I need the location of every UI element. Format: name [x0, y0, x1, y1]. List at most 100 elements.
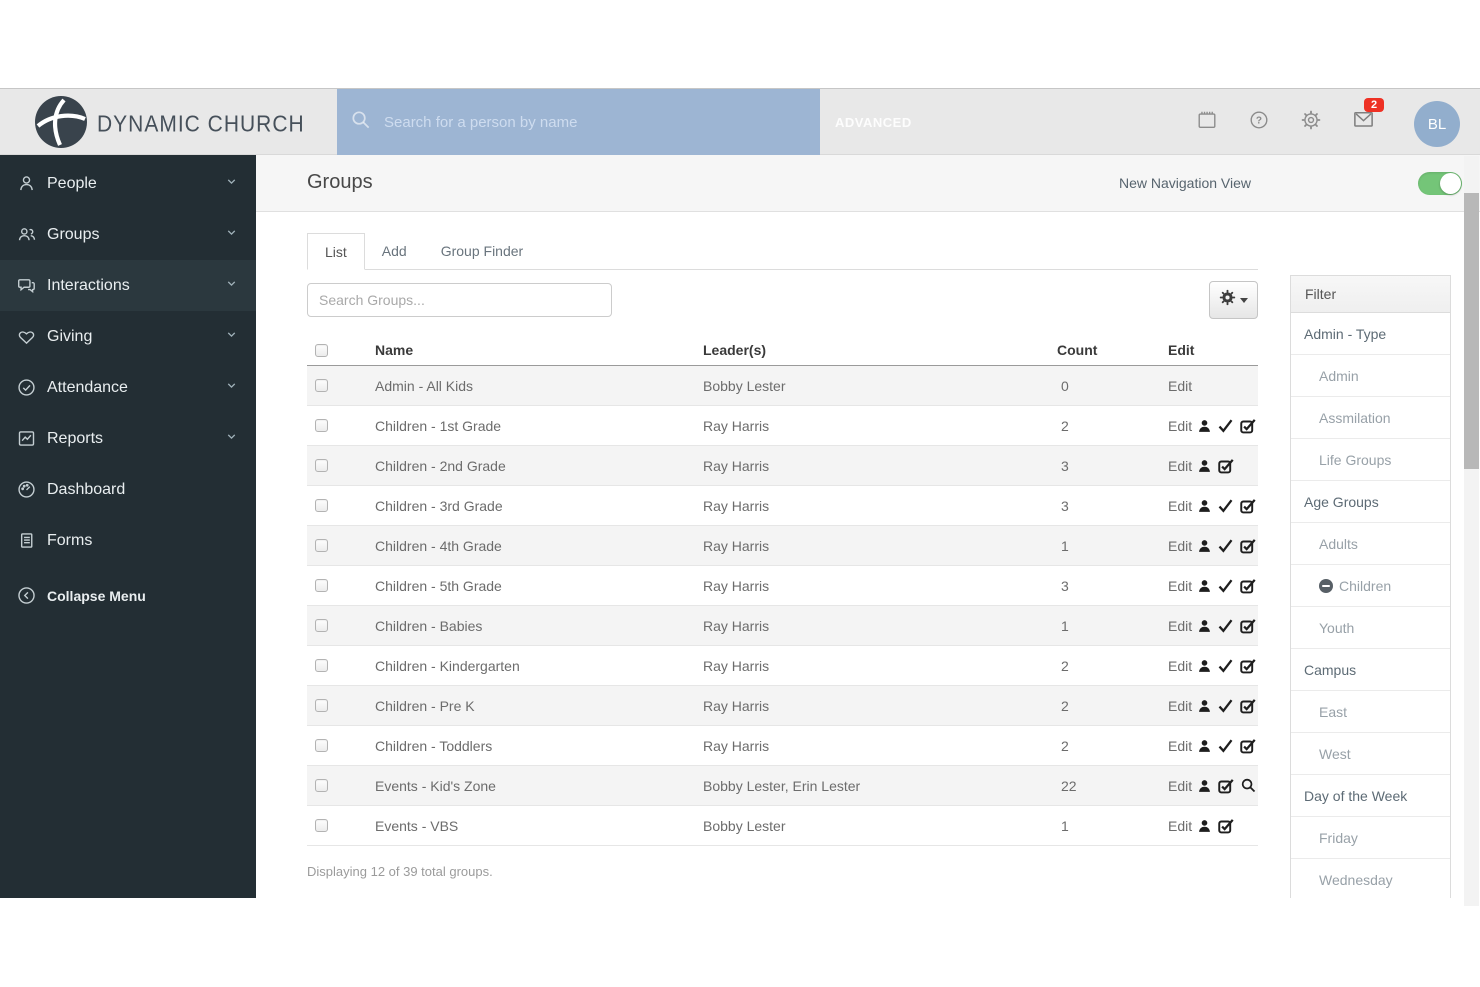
person-icon[interactable] [1197, 578, 1212, 594]
sidebar-item-attendance[interactable]: Attendance [0, 362, 256, 413]
check-square-icon[interactable] [1239, 737, 1257, 755]
filter-category-age-groups[interactable]: Age Groups [1291, 481, 1450, 523]
row-checkbox[interactable] [315, 539, 328, 552]
filter-category-day-of-the-week[interactable]: Day of the Week [1291, 775, 1450, 817]
filter-category-admin-type[interactable]: Admin - Type [1291, 313, 1450, 355]
advanced-search-link[interactable]: ADVANCED [835, 115, 912, 130]
tab-list[interactable]: List [307, 233, 365, 270]
sidebar-item-giving[interactable]: Giving [0, 311, 256, 362]
check-square-icon[interactable] [1217, 817, 1235, 835]
sidebar-item-interactions[interactable]: Interactions [0, 260, 256, 311]
check-icon[interactable] [1217, 657, 1234, 674]
edit-link[interactable]: Edit [1168, 738, 1192, 754]
check-icon[interactable] [1217, 617, 1234, 634]
check-square-icon[interactable] [1239, 417, 1257, 435]
filter-option-friday[interactable]: Friday [1291, 817, 1450, 859]
brand-logo[interactable]: DYNAMIC CHURCH [35, 96, 305, 153]
sidebar-item-people[interactable]: People [0, 158, 256, 209]
scrollbar-thumb[interactable] [1464, 193, 1479, 469]
calendar-icon[interactable] [1196, 109, 1218, 136]
tab-group-finder[interactable]: Group Finder [424, 233, 540, 270]
check-icon[interactable] [1217, 737, 1234, 754]
edit-link[interactable]: Edit [1168, 818, 1192, 834]
row-checkbox[interactable] [315, 779, 328, 792]
edit-link[interactable]: Edit [1168, 658, 1192, 674]
search-icon[interactable] [1240, 777, 1257, 794]
edit-link[interactable]: Edit [1168, 538, 1192, 554]
person-icon[interactable] [1197, 538, 1212, 554]
check-square-icon[interactable] [1239, 617, 1257, 635]
edit-link[interactable]: Edit [1168, 498, 1192, 514]
row-checkbox[interactable] [315, 699, 328, 712]
check-icon[interactable] [1217, 697, 1234, 714]
tab-add[interactable]: Add [365, 233, 424, 270]
new-navigation-toggle[interactable] [1418, 172, 1462, 195]
scrollbar-track[interactable] [1464, 156, 1479, 906]
row-checkbox[interactable] [315, 459, 328, 472]
check-square-icon[interactable] [1217, 777, 1235, 795]
person-icon[interactable] [1197, 618, 1212, 634]
edit-link[interactable]: Edit [1168, 378, 1192, 394]
filter-option-youth[interactable]: Youth [1291, 607, 1450, 649]
sidebar-collapse-menu[interactable]: Collapse Menu [0, 570, 256, 621]
table-settings-button[interactable] [1209, 281, 1258, 319]
row-checkbox[interactable] [315, 419, 328, 432]
check-square-icon[interactable] [1217, 457, 1235, 475]
person-icon[interactable] [1197, 818, 1212, 834]
sidebar-item-reports[interactable]: Reports [0, 413, 256, 464]
person-icon[interactable] [1197, 778, 1212, 794]
person-search-input[interactable]: Search for a person by name [337, 89, 820, 155]
filter-option-life-groups[interactable]: Life Groups [1291, 439, 1450, 481]
help-icon[interactable]: ? [1248, 109, 1270, 136]
filter-category-campus[interactable]: Campus [1291, 649, 1450, 691]
check-icon[interactable] [1217, 577, 1234, 594]
row-checkbox[interactable] [315, 579, 328, 592]
col-header-name[interactable]: Name [375, 342, 703, 358]
church-logo-icon [35, 96, 87, 153]
check-square-icon[interactable] [1239, 657, 1257, 675]
group-search-input[interactable] [307, 283, 612, 317]
settings-icon[interactable] [1300, 109, 1322, 136]
person-icon[interactable] [1197, 698, 1212, 714]
edit-link[interactable]: Edit [1168, 458, 1192, 474]
filter-option-west[interactable]: West [1291, 733, 1450, 775]
check-square-icon[interactable] [1239, 497, 1257, 515]
check-square-icon[interactable] [1239, 537, 1257, 555]
edit-link[interactable]: Edit [1168, 578, 1192, 594]
row-checkbox[interactable] [315, 379, 328, 392]
filter-option-assmilation[interactable]: Assmilation [1291, 397, 1450, 439]
edit-link[interactable]: Edit [1168, 778, 1192, 794]
col-header-leaders[interactable]: Leader(s) [703, 342, 1057, 358]
edit-link[interactable]: Edit [1168, 418, 1192, 434]
filter-option-adults[interactable]: Adults [1291, 523, 1450, 565]
check-icon[interactable] [1217, 537, 1234, 554]
person-icon[interactable] [1197, 498, 1212, 514]
check-square-icon[interactable] [1239, 577, 1257, 595]
filter-option-children[interactable]: Children [1291, 565, 1450, 607]
person-icon[interactable] [1197, 458, 1212, 474]
sidebar-item-groups[interactable]: Groups [0, 209, 256, 260]
person-icon[interactable] [1197, 658, 1212, 674]
filter-option-admin[interactable]: Admin [1291, 355, 1450, 397]
row-checkbox[interactable] [315, 659, 328, 672]
check-square-icon[interactable] [1239, 697, 1257, 715]
mail-icon[interactable]: 2 [1352, 98, 1385, 136]
col-header-count[interactable]: Count [1057, 342, 1168, 358]
edit-link[interactable]: Edit [1168, 698, 1192, 714]
select-all-checkbox[interactable] [315, 343, 328, 357]
row-checkbox[interactable] [315, 499, 328, 512]
avatar[interactable]: BL [1414, 101, 1460, 147]
person-icon[interactable] [1197, 738, 1212, 754]
sidebar-item-dashboard[interactable]: Dashboard [0, 464, 256, 515]
person-icon[interactable] [1197, 418, 1212, 434]
row-checkbox[interactable] [315, 819, 328, 832]
check-icon[interactable] [1217, 497, 1234, 514]
edit-link[interactable]: Edit [1168, 618, 1192, 634]
person-icon [16, 173, 40, 195]
filter-option-east[interactable]: East [1291, 691, 1450, 733]
row-checkbox[interactable] [315, 619, 328, 632]
row-checkbox[interactable] [315, 739, 328, 752]
filter-option-wednesday[interactable]: Wednesday [1291, 859, 1450, 898]
check-icon[interactable] [1217, 417, 1234, 434]
sidebar-item-forms[interactable]: Forms [0, 515, 256, 566]
